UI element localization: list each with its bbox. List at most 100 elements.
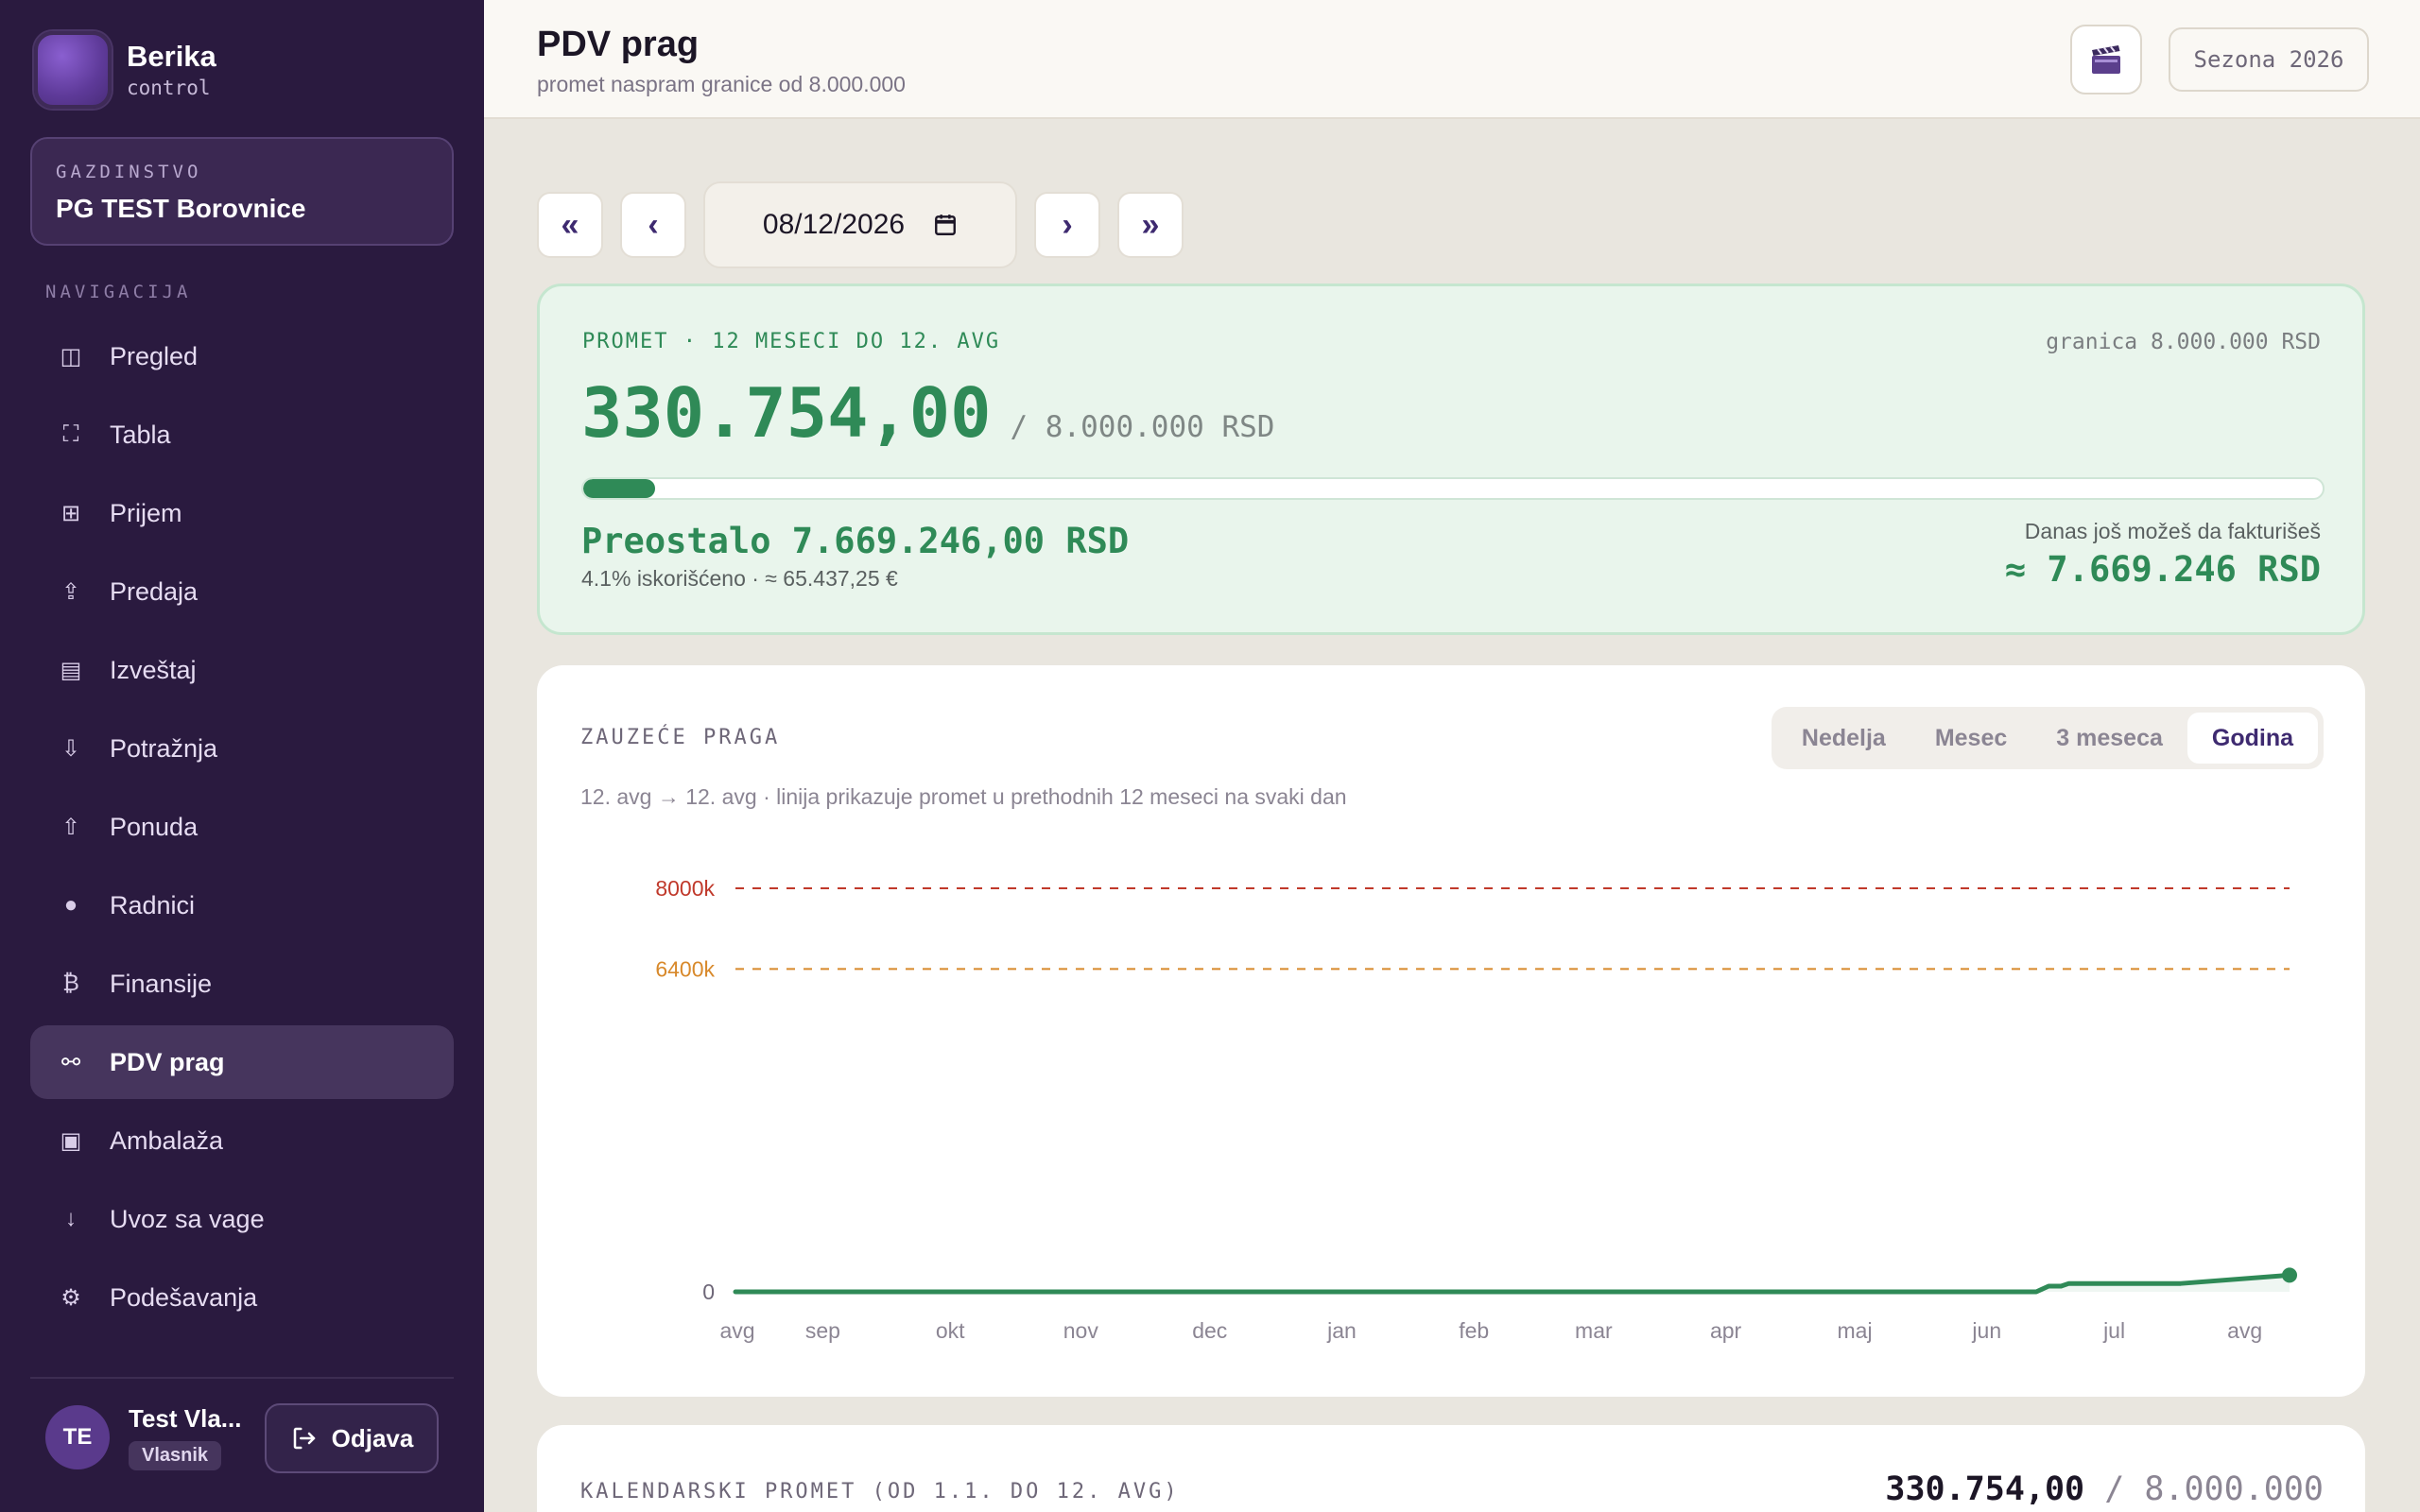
calendar-icon [935,215,957,235]
package-icon: ▣ [60,1127,82,1154]
calendar-limit: / 8.000.000 [2104,1470,2324,1508]
calendar-turnover-card: KALENDARSKI PROMET (OD 1.1. DO 12. AVG) … [537,1425,2365,1512]
first-period-button[interactable]: « [537,192,603,258]
logout-label: Odjava [331,1423,414,1452]
binoculars-icon: ⚯ [60,1049,81,1075]
sidebar-item-label: PDV prag [110,1047,225,1076]
x-tick-label: sep [805,1318,840,1343]
grid-icon: ⊞ [60,500,81,526]
date-value: 08/12/2026 [762,209,906,240]
sidebar: Berika control GAZDINSTVO PG TEST Borovn… [0,0,484,1512]
x-tick-label: avg [2227,1318,2262,1343]
sidebar-item-finansije[interactable]: ₿ Finansije [30,947,454,1021]
brand-logo [34,31,112,109]
sidebar-nav: ◫ Pregled ⛶ Tabla ⊞ Prijem ⇪ Predaja ▤ Izveštaj ⇩ P… [30,319,454,1339]
series-area [735,1275,2290,1292]
clapperboard-icon [2092,45,2120,74]
series-end-point [2282,1267,2297,1283]
sidebar-item-label: Predaja [110,576,199,606]
next-period-button[interactable]: › [1034,192,1100,258]
user-role-badge: Vlasnik [129,1441,222,1470]
gear-icon: ⚙ [60,1284,81,1311]
last-period-button[interactable]: » [1117,192,1184,258]
period-segmented-control: Nedelja Mesec 3 meseca Godina [1771,707,2324,769]
y-tick-label: 0 [702,1280,715,1304]
import-arrow-icon: ↓ [65,1206,77,1231]
brand-name: Berika [127,39,216,73]
currency-icon: ₿ [62,971,79,996]
scan-frame-icon: ⛶ [62,421,79,447]
invoice-today-value: ≈ 7.669.246 RSD [2004,549,2321,590]
chart-subtitle: 12. avg → 12. avg · linija prikazuje pro… [580,784,1347,809]
sidebar-item-radnici[interactable]: ● Radnici [30,868,454,942]
turnover-limit: granica 8.000.000 RSD [2046,330,2321,354]
tab-nedelja[interactable]: Nedelja [1777,713,1910,764]
chart-title: ZAUZEĆE PRAGA [580,726,781,749]
sidebar-item-prijem[interactable]: ⊞ Prijem [30,476,454,550]
x-tick-label: apr [1710,1318,1742,1343]
tab-3-meseca[interactable]: 3 meseca [2031,713,2187,764]
turnover-of-limit: / 8.000.000 RSD [1010,410,1275,444]
sidebar-item-label: Uvoz sa vage [110,1204,265,1233]
farm-label: GAZDINSTVO [56,162,202,182]
sidebar-item-ponuda[interactable]: ⇧ Ponuda [30,790,454,864]
sidebar-item-label: Prijem [110,498,182,527]
sidebar-item-pode-avanja[interactable]: ⚙ Podešavanja [30,1261,454,1334]
sidebar-item-pregled[interactable]: ◫ Pregled [30,319,454,393]
turnover-card: PROMET · 12 MESECI DO 12. AVG granica 8.… [537,284,2365,635]
x-tick-label: maj [1838,1318,1873,1343]
sidebar-divider [30,1377,454,1379]
sidebar-item-label: Radnici [110,890,196,919]
season-button[interactable]: Sezona 2026 [2169,27,2369,92]
sidebar-item-izve-taj[interactable]: ▤ Izveštaj [30,633,454,707]
farm-name: PG TEST Borovnice [56,194,306,223]
turnover-label: PROMET · 12 MESECI DO 12. AVG [582,330,1001,353]
y-tick-label: 6400k [655,956,715,981]
calendar-value: 330.754,00 / 8.000.000 [1885,1470,2324,1508]
user-profile[interactable]: TE Test Vla... Vlasnik [45,1404,241,1470]
x-tick-label: okt [936,1318,965,1343]
user-name: Test Vla... [129,1404,242,1433]
sidebar-item-label: Tabla [110,420,171,449]
threshold-chart: 8000k6400k0avg sep okt nov dec jan feb mar apr ma… [655,876,2297,1343]
columns-icon: ◫ [60,343,82,369]
sidebar-item-label: Potražnja [110,733,218,763]
sidebar-item-tabla[interactable]: ⛶ Tabla [30,398,454,472]
report-icon: ▤ [60,657,82,683]
brand[interactable]: Berika control [34,31,216,109]
farm-selector[interactable]: GAZDINSTVO PG TEST Borovnice [30,137,454,246]
turnover-amount: 330.754,00 [581,373,992,453]
threshold-chart-card: 8000k 6400k 0 avg sep okt nov dec jan feb mar apr ma… [537,665,2365,1397]
x-tick-label: nov [1063,1318,1099,1343]
logout-button[interactable]: Odjava [265,1403,439,1473]
circle-dot-icon: ● [63,892,78,918]
sidebar-item-uvoz-sa-vage[interactable]: ↓ Uvoz sa vage [30,1182,454,1256]
sidebar-item-ambala-a[interactable]: ▣ Ambalaža [30,1104,454,1177]
nav-title: NAVIGACIJA [45,282,192,302]
x-tick-label: jul [2102,1318,2125,1343]
sidebar-item-predaja[interactable]: ⇪ Predaja [30,555,454,628]
date-input[interactable]: 08/12/2026 [703,181,1017,268]
tab-mesec[interactable]: Mesec [1910,713,2031,764]
sidebar-item-label: Podešavanja [110,1282,258,1312]
x-tick-label: jan [1326,1318,1357,1343]
sidebar-item-potra-nja[interactable]: ⇩ Potražnja [30,712,454,785]
page-header: PDV prag promet naspram granice od 8.000… [484,0,2420,119]
prev-period-button[interactable]: ‹ [620,192,686,258]
turnover-used: 4.1% iskorišćeno · ≈ 65.437,25 € [581,566,898,591]
brand-subtitle: control [127,77,211,100]
page-subtitle: promet naspram granice od 8.000.000 [537,72,906,96]
invoice-today-label: Danas još možeš da fakturišeš [2024,519,2321,543]
date-navigation: « ‹ 08/12/2026 › » [537,181,1201,268]
x-tick-label: avg [719,1318,754,1343]
sidebar-item-label: Ambalaža [110,1125,224,1155]
clapperboard-button[interactable] [2070,25,2142,94]
sidebar-item-label: Finansije [110,969,213,998]
turnover-remaining: Preostalo 7.669.246,00 RSD [581,521,1130,561]
turnover-progress-bar [581,477,2325,500]
page-title: PDV prag [537,25,700,64]
tab-godina[interactable]: Godina [2187,713,2318,764]
x-tick-label: dec [1192,1318,1227,1343]
sidebar-item-pdv-prag[interactable]: ⚯ PDV prag [30,1025,454,1099]
x-tick-label: mar [1575,1318,1613,1343]
